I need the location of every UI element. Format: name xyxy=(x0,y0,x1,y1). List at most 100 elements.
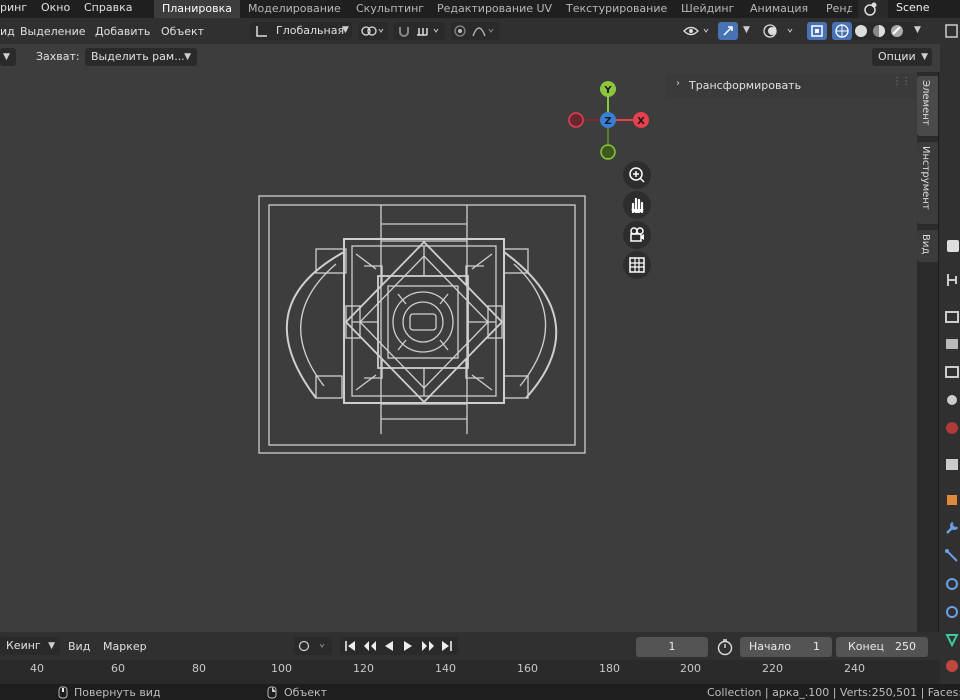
frame-tick: 40 xyxy=(30,662,44,675)
camera-view-button[interactable] xyxy=(623,221,651,249)
keying-label: Кеинг xyxy=(6,639,41,652)
menu-help[interactable]: Справка xyxy=(84,0,132,18)
scene-properties-icon[interactable] xyxy=(944,392,960,408)
select-mode-dropdown[interactable]: Выделить рам... ▼ xyxy=(85,48,197,66)
start-frame-field[interactable]: Начало 1 xyxy=(740,637,832,657)
view-layer-icon[interactable] xyxy=(944,364,960,380)
transform-panel-header[interactable]: › Трансформировать ⋮⋮ xyxy=(666,74,916,98)
snap-magnet-icon[interactable] xyxy=(397,24,411,38)
menu-window[interactable]: Окно xyxy=(41,0,70,18)
axis-x-negative[interactable] xyxy=(568,112,584,128)
grid-icon xyxy=(629,257,645,273)
next-keyframe-icon[interactable] xyxy=(420,640,436,652)
menu-select[interactable]: Выделение xyxy=(20,25,86,39)
tab-rendering[interactable]: Ренд xyxy=(826,0,852,18)
auto-keying-button[interactable] xyxy=(294,637,332,655)
tab-sculpting[interactable]: Скульптинг xyxy=(356,0,424,18)
menu-add[interactable]: Добавить xyxy=(95,25,150,39)
properties-search-icon[interactable] xyxy=(944,238,960,254)
visibility-eye-icon[interactable] xyxy=(683,24,715,38)
tab-tool[interactable]: Инструмент xyxy=(917,142,938,224)
wireframe-shading-button[interactable] xyxy=(832,22,852,40)
axis-y-negative[interactable] xyxy=(600,144,616,160)
world-properties-icon[interactable] xyxy=(944,420,960,436)
modifier-wrench-icon[interactable] xyxy=(944,520,960,536)
tab-layout[interactable]: Планировка xyxy=(154,0,240,18)
gizmo-toggle-button[interactable] xyxy=(718,22,738,40)
prev-keyframe-icon[interactable] xyxy=(362,640,378,652)
zoom-button[interactable] xyxy=(623,161,651,189)
snap-increment-icon[interactable] xyxy=(415,24,443,38)
frame-tick: 120 xyxy=(353,662,374,675)
jump-start-icon[interactable] xyxy=(344,640,356,652)
tab-texture-paint[interactable]: Текстурирование xyxy=(566,0,667,18)
xray-toggle-button[interactable] xyxy=(807,22,827,40)
gizmo-chevron-icon[interactable]: ▼ xyxy=(743,25,750,35)
chevron-down-icon: ▼ xyxy=(184,52,191,62)
material-preview-icon[interactable] xyxy=(872,24,886,38)
constraints-icon[interactable] xyxy=(944,604,960,620)
navigation-gizmo[interactable]: Y X Z xyxy=(565,80,653,164)
menu-view[interactable]: ид xyxy=(0,25,15,39)
shading-chevron-icon[interactable]: ▼ xyxy=(914,25,921,35)
render-properties-icon[interactable] xyxy=(944,308,960,324)
menu-object[interactable]: Объект xyxy=(161,25,204,39)
scene-selector[interactable] xyxy=(858,0,888,18)
jump-end-icon[interactable] xyxy=(441,640,453,652)
zoom-icon xyxy=(629,167,645,183)
collection-icon[interactable] xyxy=(944,456,960,472)
gizmo-arrow-icon xyxy=(723,26,733,36)
frame-tick: 220 xyxy=(762,662,783,675)
outer-frame xyxy=(258,195,586,454)
object-data-icon[interactable] xyxy=(944,632,960,648)
frame-tick: 100 xyxy=(271,662,292,675)
proportional-editing-icon[interactable] xyxy=(453,24,467,38)
solid-shading-icon[interactable] xyxy=(854,24,868,38)
model-wireframe[interactable] xyxy=(256,194,588,456)
output-properties-icon[interactable] xyxy=(944,336,960,352)
end-label: Конец xyxy=(848,640,884,653)
tab-uv-editing[interactable]: Редактирование UV xyxy=(437,0,552,18)
mouse-middle-icon xyxy=(58,686,68,699)
snap-label: Захват: xyxy=(36,50,80,63)
object-properties-icon[interactable] xyxy=(944,492,960,508)
timeline-menu-view[interactable]: Вид xyxy=(68,640,90,654)
frame-tick: 60 xyxy=(111,662,125,675)
pan-button[interactable] xyxy=(623,191,651,219)
status-rotate-view: Повернуть вид xyxy=(74,686,161,699)
frame-tick: 240 xyxy=(844,662,865,675)
falloff-curve-icon[interactable] xyxy=(472,24,496,38)
status-scene-info: Collection | арка_.100 | Verts:250,501 |… xyxy=(707,686,960,699)
play-reverse-icon[interactable] xyxy=(383,640,395,652)
physics-icon[interactable] xyxy=(944,576,960,592)
tab-modeling[interactable]: Моделирование xyxy=(248,0,341,18)
mouse-right-icon xyxy=(267,686,277,699)
overlays-icon[interactable] xyxy=(763,24,799,38)
drag-handle-icon[interactable]: ⋮⋮ xyxy=(892,76,911,87)
options-dropdown[interactable]: Опции ▼ xyxy=(872,48,932,66)
particles-icon[interactable] xyxy=(944,548,960,564)
timeline-menu-marker[interactable]: Маркер xyxy=(103,640,147,654)
tab-item[interactable]: Элемент xyxy=(917,76,938,136)
tab-shading[interactable]: Шейдинг xyxy=(681,0,734,18)
keying-dropdown[interactable]: Кеинг ▼ xyxy=(0,637,60,655)
play-icon[interactable] xyxy=(402,640,414,652)
rendered-shading-icon[interactable] xyxy=(890,24,904,38)
frame-tick: 140 xyxy=(435,662,456,675)
start-label: Начало xyxy=(749,640,792,653)
material-icon[interactable] xyxy=(944,658,960,674)
editor-type-icon[interactable] xyxy=(944,22,960,40)
tab-animation[interactable]: Анимация xyxy=(750,0,808,18)
perspective-toggle-button[interactable] xyxy=(623,251,651,279)
scene-name[interactable]: Scene xyxy=(896,0,930,18)
stopwatch-icon[interactable] xyxy=(716,638,734,656)
tool-properties-icon[interactable] xyxy=(944,272,960,288)
menu-render[interactable]: ринг xyxy=(0,0,27,18)
end-frame-field[interactable]: Конец 250 xyxy=(836,637,928,657)
mode-dropdown[interactable]: ▼ xyxy=(0,48,16,66)
tab-tool-label: Инструмент xyxy=(920,146,931,210)
camera-icon xyxy=(630,227,644,242)
tab-view[interactable]: Вид xyxy=(917,230,938,262)
current-frame-field[interactable]: 1 xyxy=(636,637,708,657)
timeline-ruler[interactable] xyxy=(0,660,940,684)
